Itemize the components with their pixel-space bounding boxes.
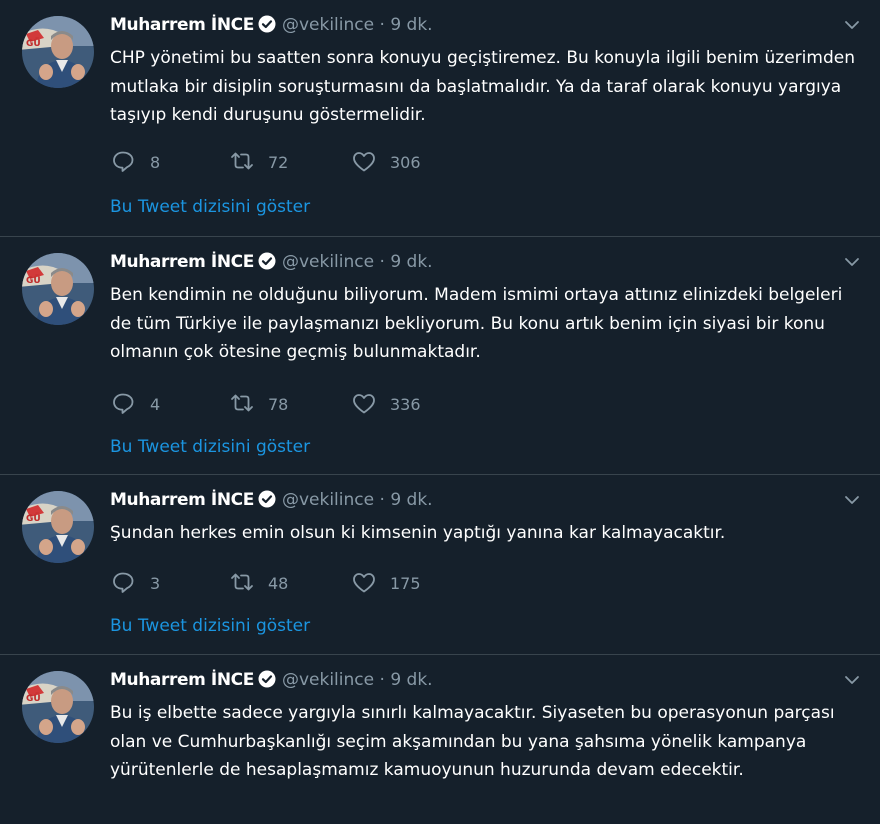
tweet-header: Muharrem İNCE @vekilince · 9 dk. bbox=[110, 251, 433, 273]
reply-button[interactable]: 4 bbox=[112, 392, 160, 416]
reply-icon bbox=[113, 393, 134, 414]
verified-badge-icon bbox=[257, 252, 276, 270]
show-thread-link[interactable]: Bu Tweet dizisini göster bbox=[110, 197, 310, 217]
tweet[interactable]: Muharrem İNCE @vekilince · 9 dk. CHP yöne… bbox=[0, 0, 880, 237]
retweet-button[interactable]: 48 bbox=[230, 571, 288, 595]
author-handle[interactable]: @vekilince bbox=[282, 670, 374, 690]
tweet-text: CHP yönetimi bu saatten sonra konuyu geç… bbox=[110, 48, 855, 125]
author-handle[interactable]: @vekilince bbox=[282, 252, 374, 272]
retweet-count: 78 bbox=[268, 394, 289, 414]
separator: · bbox=[379, 15, 385, 35]
like-count: 336 bbox=[390, 394, 421, 414]
profile-photo bbox=[22, 253, 94, 325]
avatar[interactable] bbox=[22, 253, 94, 325]
retweet-icon bbox=[231, 394, 253, 412]
tweet[interactable]: Muharrem İNCE @vekilince · 9 dk. Bu iş el… bbox=[0, 655, 880, 824]
tweet-header: Muharrem İNCE @vekilince · 9 dk. bbox=[110, 669, 433, 691]
heart-icon bbox=[353, 573, 375, 593]
chevron-down-icon[interactable] bbox=[844, 257, 860, 267]
reply-count: 4 bbox=[150, 394, 161, 414]
tweet-text: Ben kendimin ne olduğunu biliyorum. Made… bbox=[110, 285, 843, 362]
timestamp[interactable]: 9 dk. bbox=[390, 15, 432, 35]
verified-badge-icon bbox=[257, 670, 276, 688]
profile-photo bbox=[22, 16, 94, 88]
separator: · bbox=[379, 490, 385, 510]
reply-button[interactable]: 3 bbox=[112, 571, 160, 595]
tweet-text: Bu iş elbette sadece yargıyla sınırlı ka… bbox=[110, 703, 835, 780]
like-button[interactable]: 336 bbox=[352, 392, 421, 416]
like-count: 175 bbox=[390, 573, 421, 593]
heart-icon bbox=[353, 152, 375, 172]
show-thread-link[interactable]: Bu Tweet dizisini göster bbox=[110, 616, 310, 636]
like-button[interactable]: 306 bbox=[352, 150, 421, 174]
author-name[interactable]: Muharrem İNCE bbox=[110, 252, 254, 272]
tweet[interactable]: Muharrem İNCE @vekilince · 9 dk. Şundan h… bbox=[0, 475, 880, 655]
author-handle[interactable]: @vekilince bbox=[282, 15, 374, 35]
timestamp[interactable]: 9 dk. bbox=[390, 252, 432, 272]
like-button[interactable]: 175 bbox=[352, 571, 421, 595]
author-name[interactable]: Muharrem İNCE bbox=[110, 490, 254, 510]
tweet-header: Muharrem İNCE @vekilince · 9 dk. bbox=[110, 489, 433, 511]
timestamp[interactable]: 9 dk. bbox=[390, 490, 432, 510]
retweet-icon bbox=[231, 573, 253, 591]
separator: · bbox=[379, 670, 385, 690]
retweet-count: 72 bbox=[268, 152, 289, 172]
verified-badge-icon bbox=[257, 15, 276, 33]
author-handle[interactable]: @vekilince bbox=[282, 490, 374, 510]
author-name[interactable]: Muharrem İNCE bbox=[110, 670, 254, 690]
separator: · bbox=[379, 252, 385, 272]
tweet[interactable]: Muharrem İNCE @vekilince · 9 dk. Ben kend… bbox=[0, 237, 880, 475]
reply-count: 8 bbox=[150, 152, 161, 172]
verified-badge-icon bbox=[257, 490, 276, 508]
reply-button[interactable]: 8 bbox=[112, 150, 160, 174]
tweet-header: Muharrem İNCE @vekilince · 9 dk. bbox=[110, 14, 433, 36]
reply-icon bbox=[113, 151, 134, 172]
chevron-down-icon[interactable] bbox=[844, 20, 860, 30]
retweet-count: 48 bbox=[268, 573, 289, 593]
chevron-down-icon[interactable] bbox=[844, 675, 860, 685]
avatar[interactable] bbox=[22, 16, 94, 88]
tweet-text: Şundan herkes emin olsun ki kimsenin yap… bbox=[110, 523, 726, 543]
profile-photo bbox=[22, 491, 94, 563]
timestamp[interactable]: 9 dk. bbox=[390, 670, 432, 690]
retweet-icon bbox=[231, 152, 253, 170]
reply-icon bbox=[113, 572, 134, 593]
avatar[interactable] bbox=[22, 491, 94, 563]
author-name[interactable]: Muharrem İNCE bbox=[110, 15, 254, 35]
show-thread-link[interactable]: Bu Tweet dizisini göster bbox=[110, 437, 310, 457]
chevron-down-icon[interactable] bbox=[844, 495, 860, 505]
retweet-button[interactable]: 78 bbox=[230, 392, 288, 416]
profile-photo bbox=[22, 671, 94, 743]
retweet-button[interactable]: 72 bbox=[230, 150, 288, 174]
like-count: 306 bbox=[390, 152, 421, 172]
reply-count: 3 bbox=[150, 573, 161, 593]
avatar[interactable] bbox=[22, 671, 94, 743]
heart-icon bbox=[353, 394, 375, 414]
